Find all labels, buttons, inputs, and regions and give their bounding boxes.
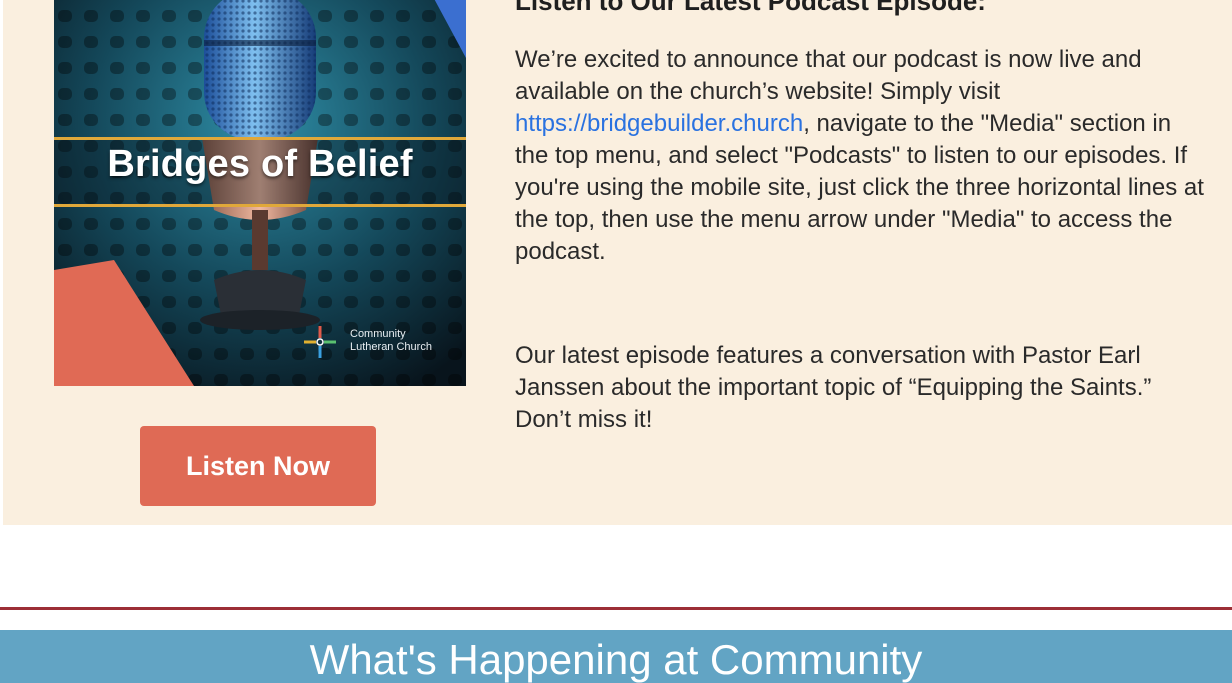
listen-now-button[interactable]: Listen Now	[140, 426, 376, 506]
podcast-description: We’re excited to announce that our podca…	[515, 44, 1205, 268]
cover-title: Bridges of Belief	[107, 143, 413, 185]
section-divider	[0, 607, 1232, 610]
episode-description: Our latest episode features a conversati…	[515, 342, 1152, 433]
section-title: What's Happening at Community	[309, 636, 923, 683]
podcast-heading: Listen to Our Latest Podcast Episode:	[515, 0, 986, 16]
church-website-link[interactable]: https://bridgebuilder.church	[515, 110, 803, 137]
email-page: Bridges of Belief Community Lutheran Chu…	[0, 0, 1232, 683]
cover-brand: Community Lutheran Church	[350, 328, 432, 354]
cover-brand-line-2: Lutheran Church	[350, 341, 432, 353]
section-banner: What's Happening at Community	[0, 630, 1232, 683]
podcast-panel: Bridges of Belief Community Lutheran Chu…	[3, 0, 1232, 525]
description-text-before-link: We’re excited to announce that our podca…	[515, 46, 1142, 105]
podcast-cover-image[interactable]: Bridges of Belief Community Lutheran Chu…	[54, 0, 466, 386]
cover-brand-line-1: Community	[350, 328, 406, 340]
